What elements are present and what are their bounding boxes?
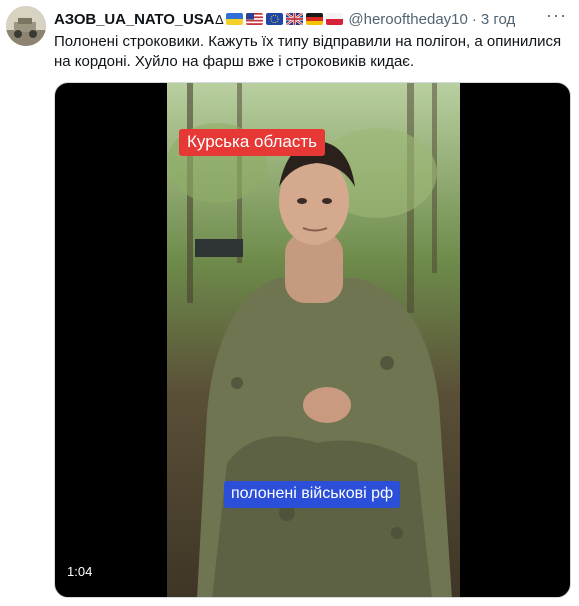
user-handle[interactable]: @heroofthеday10 [348, 11, 467, 28]
flag-emoji-group [226, 13, 344, 25]
location-caption: Курська область [179, 129, 325, 156]
ua-flag-icon [226, 13, 244, 25]
eu-flag-icon [266, 13, 284, 25]
avatar[interactable] [6, 6, 46, 46]
uk-flag-icon [286, 13, 304, 25]
video-duration: 1:04 [67, 564, 93, 579]
separator-dot: · [471, 10, 477, 28]
de-flag-icon [306, 13, 324, 25]
name-symbol: ∆ [215, 11, 224, 27]
tweet-header: АЗОВ_UA_NATO_USA ∆ @heroofthеday10 · 3 г… [54, 5, 571, 29]
video-player[interactable]: Курська область полонені військові рф 1:… [54, 82, 571, 598]
pl-flag-icon [326, 13, 344, 25]
more-options-icon[interactable]: ··· [546, 5, 567, 25]
video-frame[interactable]: Курська область полонені військові рф [167, 83, 460, 597]
tweet-card[interactable]: АЗОВ_UA_NATO_USA ∆ @heroofthеday10 · 3 г… [0, 0, 579, 606]
us-flag-icon [246, 13, 264, 25]
video-still-image [167, 83, 460, 597]
display-name[interactable]: АЗОВ_UA_NATO_USA [54, 11, 215, 28]
subtitle-caption: полонені військові рф [224, 481, 401, 508]
timestamp[interactable]: 3 год [481, 11, 515, 28]
tweet-text: Полонені строковики. Кажуть їх типу відп… [54, 33, 562, 70]
